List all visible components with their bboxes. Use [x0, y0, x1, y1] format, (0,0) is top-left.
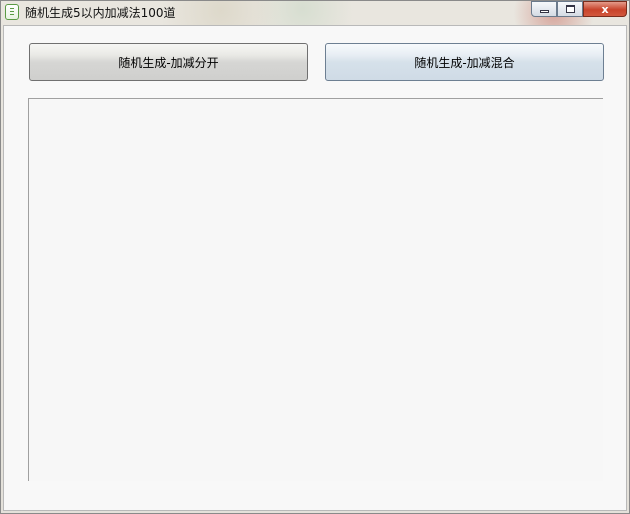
client-area: 随机生成-加减分开 随机生成-加减混合 [3, 25, 627, 511]
generate-mixed-button[interactable]: 随机生成-加减混合 [325, 43, 604, 81]
minimize-button[interactable] [531, 1, 557, 17]
minimize-icon [539, 10, 549, 13]
close-button[interactable]: x [583, 1, 627, 17]
maximize-button[interactable] [557, 1, 583, 17]
window-title: 随机生成5以内加减法100道 [25, 6, 176, 20]
maximize-icon [565, 5, 575, 13]
generate-separate-label: 随机生成-加减分开 [118, 55, 219, 70]
generate-mixed-label: 随机生成-加减混合 [414, 55, 515, 70]
title-bar[interactable]: 随机生成5以内加减法100道 x [1, 1, 630, 25]
caption-buttons: x [531, 1, 627, 17]
output-text-area[interactable] [28, 98, 603, 481]
app-notepad-icon [5, 4, 19, 20]
app-window: 随机生成5以内加减法100道 x 随机生成-加减分开 随机生成-加减混合 [0, 0, 630, 514]
close-icon: x [601, 2, 609, 16]
generate-separate-button[interactable]: 随机生成-加减分开 [29, 43, 308, 81]
